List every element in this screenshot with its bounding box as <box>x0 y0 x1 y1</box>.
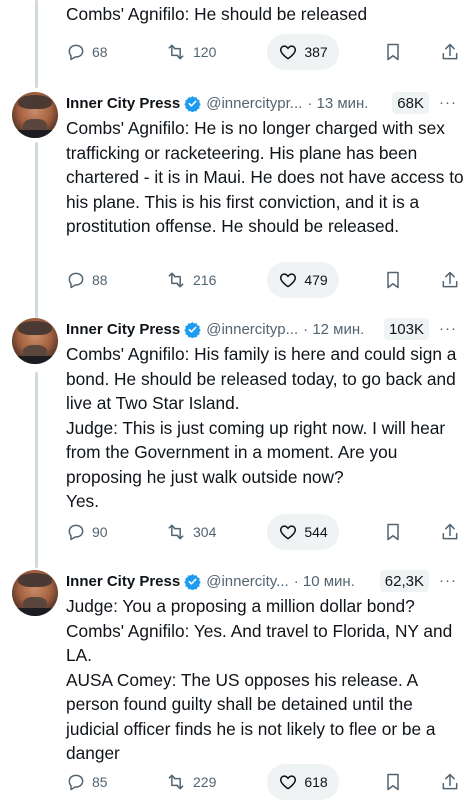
reply-count: 68 <box>92 44 108 60</box>
like-count: 618 <box>304 774 328 790</box>
reply-icon <box>68 524 84 541</box>
more-options-icon[interactable]: ··· <box>439 94 457 111</box>
tweet-paragraph: Yes. <box>66 491 99 511</box>
retweet-button[interactable]: 216 <box>165 262 216 298</box>
tweet-time[interactable]: · 12 мин. <box>303 321 364 338</box>
retweet-button[interactable]: 120 <box>165 34 216 70</box>
tweet-header: Inner City Press @innercityp... · 12 мин… <box>66 318 463 340</box>
heart-icon <box>280 45 297 60</box>
share-icon <box>442 271 458 288</box>
bookmark-button[interactable] <box>383 262 403 298</box>
author-name[interactable]: Inner City Press <box>66 321 180 338</box>
tweet[interactable]: Inner City Press @innercityp... · 12 мин… <box>0 318 473 558</box>
like-button[interactable]: 387 <box>267 34 339 70</box>
reply-button[interactable]: 68 <box>66 34 108 70</box>
retweet-icon <box>168 44 184 60</box>
reply-button[interactable]: 88 <box>66 262 108 298</box>
retweet-count: 229 <box>193 774 217 790</box>
tweet-actions: 68 120 387 <box>0 34 473 70</box>
tweet-actions: 90 304 544 <box>0 514 473 550</box>
tweet-paragraph: AUSA Comey: The US opposes his release. … <box>66 669 436 764</box>
views-badge[interactable]: 103K <box>383 318 429 340</box>
heart-icon <box>280 525 297 540</box>
reply-count: 85 <box>92 774 108 790</box>
tweet-paragraph: Combs' Agnifilo: Yes. And travel to Flor… <box>66 620 453 666</box>
author-name[interactable]: Inner City Press <box>66 573 180 590</box>
share-icon <box>442 43 458 60</box>
tweet-text: Judge: You a proposing a million dollar … <box>66 594 466 766</box>
tweet-actions: 85 229 618 <box>0 764 473 800</box>
retweet-count: 120 <box>193 44 217 60</box>
tweet-partial[interactable]: Combs' Agnifilo: He should be released 6… <box>0 0 473 72</box>
retweet-icon <box>168 774 184 790</box>
tweet-paragraph: Combs' Agnifilo: He is no longer charged… <box>66 118 464 236</box>
avatar[interactable] <box>12 318 58 364</box>
bookmark-button[interactable] <box>383 34 403 70</box>
retweet-count: 304 <box>193 524 217 540</box>
reply-button[interactable]: 90 <box>66 514 108 550</box>
avatar[interactable] <box>12 570 58 616</box>
reply-icon <box>68 44 84 61</box>
like-button[interactable]: 544 <box>267 514 339 550</box>
verified-badge-icon <box>184 573 201 590</box>
bookmark-icon <box>387 773 399 791</box>
share-button[interactable] <box>440 262 460 298</box>
tweet-paragraph: Judge: You a proposing a million dollar … <box>66 596 415 616</box>
verified-badge-icon <box>184 95 201 112</box>
retweet-button[interactable]: 229 <box>165 764 216 800</box>
tweet-text: Combs' Agnifilo: He should be released <box>66 4 368 24</box>
more-options-icon[interactable]: ··· <box>439 572 457 589</box>
tweet-header: Inner City Press @innercitypr... · 13 ми… <box>66 92 463 114</box>
tweet-paragraph: Combs' Agnifilo: His family is here and … <box>66 344 457 413</box>
tweet-paragraph: Judge: This is just coming up right now.… <box>66 417 446 487</box>
reply-count: 90 <box>92 524 108 540</box>
tweet-time[interactable]: · 13 мин. <box>307 95 368 112</box>
heart-icon <box>280 273 297 288</box>
like-count: 387 <box>304 44 328 60</box>
retweet-count: 216 <box>193 272 217 288</box>
share-button[interactable] <box>440 764 460 800</box>
tweet[interactable]: Inner City Press @innercity... · 10 мин.… <box>0 570 473 800</box>
author-handle[interactable]: @innercityp... <box>206 321 298 338</box>
bookmark-button[interactable] <box>383 764 403 800</box>
share-icon <box>442 523 458 540</box>
bookmark-icon <box>387 271 399 289</box>
share-icon <box>442 773 458 790</box>
tweet-actions: 88 216 479 <box>0 262 473 298</box>
views-badge[interactable]: 62,3K <box>379 570 429 592</box>
reply-icon <box>68 774 84 791</box>
verified-badge-icon <box>184 321 201 338</box>
share-button[interactable] <box>440 514 460 550</box>
tweet-text: Combs' Agnifilo: He is no longer charged… <box>66 116 466 239</box>
author-handle[interactable]: @innercity... <box>206 573 288 590</box>
retweet-icon <box>168 524 184 540</box>
heart-icon <box>280 775 297 790</box>
bookmark-icon <box>387 43 399 61</box>
more-options-icon[interactable]: ··· <box>439 320 457 337</box>
like-button[interactable]: 618 <box>267 764 339 800</box>
bookmark-button[interactable] <box>383 514 403 550</box>
tweet-time[interactable]: · 10 мин. <box>294 573 355 590</box>
like-count: 479 <box>304 272 328 288</box>
retweet-icon <box>168 272 184 288</box>
tweet-header: Inner City Press @innercity... · 10 мин.… <box>66 570 463 592</box>
like-count: 544 <box>304 524 328 540</box>
author-handle[interactable]: @innercitypr... <box>206 95 302 112</box>
views-badge[interactable]: 68K <box>392 92 429 114</box>
reply-button[interactable]: 85 <box>66 764 108 800</box>
tweet-text: Combs' Agnifilo: His family is here and … <box>66 342 466 514</box>
reply-count: 88 <box>92 272 108 288</box>
share-button[interactable] <box>440 34 460 70</box>
like-button[interactable]: 479 <box>267 262 339 298</box>
retweet-button[interactable]: 304 <box>165 514 216 550</box>
avatar[interactable] <box>12 92 58 138</box>
bookmark-icon <box>387 523 399 541</box>
reply-icon <box>68 272 84 289</box>
author-name[interactable]: Inner City Press <box>66 95 180 112</box>
tweet[interactable]: Inner City Press @innercitypr... · 13 ми… <box>0 92 473 308</box>
